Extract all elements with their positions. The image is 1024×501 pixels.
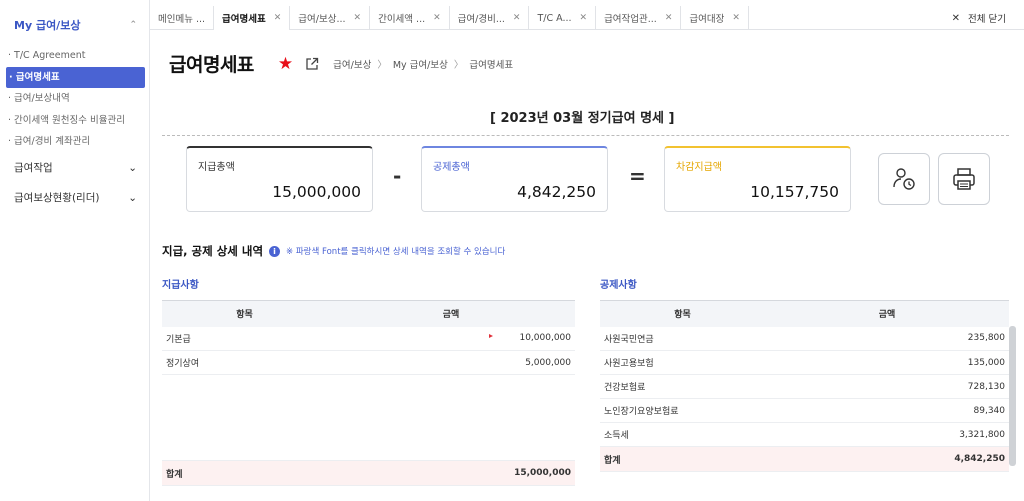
table-row[interactable]: 사원국민연금 235,800	[600, 326, 1009, 351]
sidebar-submenu: · T/C Agreement · 급여명세표 · 급여/보상내역 · 간이세액…	[0, 45, 149, 153]
sidebar-group-payroll[interactable]: 급여작업 ⌄	[0, 153, 149, 183]
table-row[interactable]: 소득세 3,321,800	[600, 422, 1009, 447]
sidebar-item-withholding[interactable]: · 간이세액 원천징수 비율관리	[0, 110, 149, 132]
deductions-total-row: 합계 4,842,250	[600, 446, 1009, 472]
detail-section-title: 지급, 공제 상세 내역	[162, 244, 264, 258]
net-pay-value: 10,157,750	[750, 183, 839, 201]
close-icon[interactable]: ✕	[274, 13, 282, 23]
gross-pay-label: 지급총액	[198, 162, 235, 173]
sidebar-item-accounts[interactable]: · 급여/경비 계좌관리	[0, 131, 149, 153]
chevron-down-icon: ⌄	[128, 191, 137, 204]
close-icon[interactable]: ✕	[433, 13, 441, 23]
tab-bar: 메인메뉴 ... 급여명세표 ✕ 급여/보상... ✕ 간이세액 ... ✕ 급여/경…	[150, 6, 1024, 30]
column-header-item: 항목	[600, 300, 765, 327]
tab-tc-agreement[interactable]: T/C A... ✕	[529, 6, 597, 30]
printer-icon	[953, 168, 975, 190]
sidebar-item-pay-history[interactable]: · 급여/보상내역	[0, 88, 149, 110]
tab-payslip[interactable]: 급여명세표 ✕	[214, 6, 291, 30]
tab-payroll-work[interactable]: 급여작업관... ✕	[596, 6, 682, 30]
table-row[interactable]: 노인장기요양보험료 89,340	[600, 398, 1009, 423]
external-link-icon[interactable]	[305, 57, 319, 71]
tab-withholding[interactable]: 간이세액 ... ✕	[370, 6, 450, 30]
detail-note: ※ 파랑색 Font를 클릭하시면 상세 내역을 조회할 수 있습니다	[286, 247, 506, 257]
print-button[interactable]	[938, 153, 990, 205]
tab-payroll-ledger[interactable]: 급여대장 ✕	[681, 6, 749, 30]
close-icon[interactable]: ✕	[354, 13, 362, 23]
deductions-title: 공제사항	[600, 280, 637, 291]
table-row[interactable]: 정기상여 5,000,000	[162, 350, 575, 375]
divider	[162, 135, 1009, 136]
sidebar-group-my-pay[interactable]: My 급여/보상 ⌃	[0, 5, 149, 45]
detail-section-header: 지급, 공제 상세 내역 i ※ 파랑색 Font를 클릭하시면 상세 내역을 …	[162, 243, 505, 259]
cursor-marker	[489, 334, 493, 338]
deductions-table: 항목 금액 사원국민연금 235,800 사원고용보험 135,000 건강보험…	[600, 300, 1009, 472]
close-icon[interactable]: ✕	[513, 13, 521, 23]
chevron-up-icon: ⌃	[129, 20, 137, 30]
column-header-item: 항목	[162, 300, 327, 327]
deduction-card: 공제총액 4,842,250	[421, 146, 608, 212]
main-content: 급여명세표 ★ 급여/보상 〉 My 급여/보상 〉 급여명세표 [ 2023년…	[150, 30, 1024, 501]
payments-total-row: 합계 15,000,000	[162, 460, 575, 486]
net-pay-card: 차감지급액 10,157,750	[664, 146, 851, 212]
deduction-value: 4,842,250	[517, 183, 596, 201]
equals-sign: =	[629, 164, 646, 188]
gross-pay-value: 15,000,000	[272, 183, 361, 201]
column-header-amount: 금액	[765, 300, 1009, 327]
tab-main-menu[interactable]: 메인메뉴 ...	[150, 6, 215, 30]
deduction-label: 공제총액	[433, 162, 470, 173]
minus-sign: -	[393, 164, 402, 188]
table-row[interactable]: 사원고용보험 135,000	[600, 350, 1009, 375]
close-all-tabs-button[interactable]: ✕ 전체 닫기	[944, 6, 1024, 30]
net-pay-label: 차감지급액	[676, 162, 722, 173]
user-clock-icon	[893, 168, 915, 190]
sidebar-group-leader[interactable]: 급여보상현황(리더) ⌄	[0, 183, 149, 213]
star-icon[interactable]: ★	[278, 54, 293, 74]
payments-table: 항목 금액 기본급 10,000,000 정기상여 5,000,000 합계 1…	[162, 300, 575, 486]
chevron-down-icon: ⌄	[128, 161, 137, 174]
column-header-amount: 금액	[327, 300, 575, 327]
payments-title: 지급사항	[162, 280, 199, 291]
empty-row	[162, 374, 575, 461]
scrollbar[interactable]	[1009, 326, 1016, 466]
gross-pay-card: 지급총액 15,000,000	[186, 146, 373, 212]
table-row[interactable]: 건강보험료 728,130	[600, 374, 1009, 399]
sidebar: My 급여/보상 ⌃ · T/C Agreement · 급여명세표 · 급여/…	[0, 0, 150, 501]
history-button[interactable]	[878, 153, 930, 205]
period-title: [ 2023년 03월 정기급여 명세 ]	[490, 111, 675, 126]
page-title: 급여명세표	[169, 54, 254, 76]
close-icon[interactable]: ✕	[665, 13, 673, 23]
title-row: 급여명세표 ★ 급여/보상 〉 My 급여/보상 〉 급여명세표	[169, 50, 513, 77]
tab-accounts[interactable]: 급여/경비... ✕	[450, 6, 530, 30]
sidebar-item-tc-agreement[interactable]: · T/C Agreement	[0, 45, 149, 67]
close-icon[interactable]: ✕	[580, 13, 588, 23]
table-row[interactable]: 기본급 10,000,000	[162, 326, 575, 351]
close-icon[interactable]: ✕	[732, 13, 740, 23]
sidebar-item-payslip[interactable]: · 급여명세표	[6, 66, 145, 88]
info-icon: i	[269, 245, 281, 257]
sidebar-group-label: My 급여/보상	[14, 19, 81, 32]
breadcrumb: 급여/보상 〉 My 급여/보상 〉 급여명세표	[333, 59, 514, 71]
tab-pay-history[interactable]: 급여/보상... ✕	[290, 6, 371, 30]
